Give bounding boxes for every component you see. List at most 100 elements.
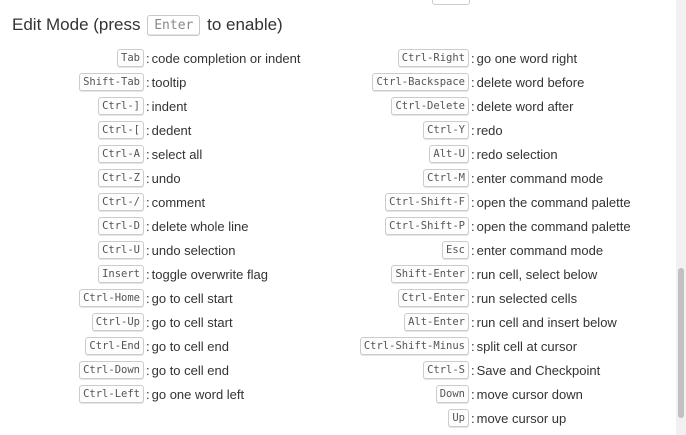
shortcut-key-cell: Alt-U xyxy=(340,145,469,163)
cut-off-key-badge xyxy=(432,0,470,5)
shortcut-separator: : xyxy=(146,146,150,162)
shortcut-description: open the command palette xyxy=(476,218,631,234)
shortcut-key-cell: Ctrl-D xyxy=(0,217,144,235)
shortcut-description: undo xyxy=(151,170,181,186)
shortcut-separator: : xyxy=(471,386,475,402)
shortcut-key-cell: Ctrl-Up xyxy=(0,313,144,331)
shortcut-key-cell: Ctrl-Home xyxy=(0,289,144,307)
shortcut-separator: : xyxy=(146,122,150,138)
shortcut-row: Ctrl-Down: go to cell end xyxy=(0,358,301,382)
shortcut-key-cell: Alt-Enter xyxy=(340,313,469,331)
shortcut-key-cell: Shift-Tab xyxy=(0,73,144,91)
shortcut-separator: : xyxy=(146,266,150,282)
shortcut-key: Alt-Enter xyxy=(404,313,469,331)
shortcut-key: Esc xyxy=(442,241,469,259)
shortcut-description: delete word before xyxy=(476,74,585,90)
shortcut-key: Ctrl-Y xyxy=(423,121,469,139)
shortcut-key-cell: Ctrl-A xyxy=(0,145,144,163)
shortcut-description: run cell and insert below xyxy=(476,314,617,330)
shortcut-key-cell: Ctrl-Delete xyxy=(340,97,469,115)
shortcut-description: run cell, select below xyxy=(476,266,598,282)
shortcut-description: toggle overwrite flag xyxy=(151,266,268,282)
shortcut-key-cell: Ctrl-/ xyxy=(0,193,144,211)
shortcut-key: Ctrl-] xyxy=(98,97,144,115)
shortcut-description: delete whole line xyxy=(151,218,249,234)
shortcut-row: Ctrl-Right: go one word right xyxy=(340,46,631,70)
shortcut-separator: : xyxy=(146,218,150,234)
scrollbar-thumb[interactable] xyxy=(678,268,684,418)
shortcut-separator: : xyxy=(471,74,475,90)
shortcut-row: Ctrl-Home: go to cell start xyxy=(0,286,301,310)
shortcut-separator: : xyxy=(471,98,475,114)
shortcut-separator: : xyxy=(471,242,475,258)
shortcut-key: Ctrl-End xyxy=(85,337,144,355)
shortcut-row: Ctrl-Shift-P: open the command palette xyxy=(340,214,631,238)
shortcut-key: Ctrl-Enter xyxy=(397,289,469,307)
shortcut-description: redo xyxy=(476,122,503,138)
shortcut-description: move cursor down xyxy=(476,386,583,402)
shortcut-key-cell: Ctrl-S xyxy=(340,361,469,379)
shortcut-row: Ctrl-Delete: delete word after xyxy=(340,94,631,118)
shortcut-key: Alt-U xyxy=(429,145,469,163)
shortcut-separator: : xyxy=(146,386,150,402)
shortcut-description: go to cell end xyxy=(151,338,229,354)
shortcut-description: delete word after xyxy=(476,98,574,114)
shortcut-separator: : xyxy=(146,314,150,330)
shortcut-row: Esc: enter command mode xyxy=(340,238,631,262)
shortcut-row: Ctrl-Shift-Minus: split cell at cursor xyxy=(340,334,631,358)
shortcut-separator: : xyxy=(146,74,150,90)
shortcut-key: Ctrl-M xyxy=(423,169,469,187)
shortcut-key: Ctrl-Right xyxy=(397,49,469,67)
shortcut-key-cell: Ctrl-Shift-Minus xyxy=(340,337,469,355)
shortcut-row: Ctrl-Up: go to cell start xyxy=(0,310,301,334)
shortcut-key: Ctrl-U xyxy=(98,241,144,259)
shortcut-row: Shift-Enter: run cell, select below xyxy=(340,262,631,286)
shortcut-row: Ctrl-Enter: run selected cells xyxy=(340,286,631,310)
shortcut-key: Ctrl-[ xyxy=(98,121,144,139)
shortcut-column-left: Tab: code completion or indent Shift-Tab: t… xyxy=(0,46,301,406)
vertical-scrollbar[interactable] xyxy=(676,0,686,435)
shortcut-row: Ctrl-M: enter command mode xyxy=(340,166,631,190)
shortcut-description: split cell at cursor xyxy=(476,338,578,354)
shortcut-description: indent xyxy=(151,98,188,114)
shortcut-key: Ctrl-Delete xyxy=(391,97,469,115)
shortcut-description: move cursor up xyxy=(476,410,567,426)
shortcut-key: Ctrl-Down xyxy=(79,361,144,379)
shortcut-row: Ctrl-Left: go one word left xyxy=(0,382,301,406)
shortcut-key: Ctrl-Z xyxy=(98,169,144,187)
shortcut-description: Save and Checkpoint xyxy=(476,362,601,378)
section-title: Edit Mode (press Enter to enable) xyxy=(12,14,283,36)
shortcut-key-cell: Ctrl-Shift-F xyxy=(340,193,469,211)
shortcut-key-cell: Ctrl-] xyxy=(0,97,144,115)
shortcut-key: Ctrl-S xyxy=(423,361,469,379)
shortcut-description: comment xyxy=(151,194,206,210)
shortcut-key-cell: Ctrl-Right xyxy=(340,49,469,67)
shortcut-row: Ctrl-]: indent xyxy=(0,94,301,118)
shortcut-separator: : xyxy=(146,362,150,378)
shortcut-row: Ctrl-End: go to cell end xyxy=(0,334,301,358)
shortcut-description: enter command mode xyxy=(476,170,604,186)
shortcut-row: Alt-U: redo selection xyxy=(340,142,631,166)
shortcut-key: Up xyxy=(448,409,469,427)
section-title-prefix: Edit Mode (press xyxy=(12,15,141,34)
shortcut-key: Ctrl-Up xyxy=(91,313,144,331)
shortcut-row: Insert: toggle overwrite flag xyxy=(0,262,301,286)
shortcut-separator: : xyxy=(471,218,475,234)
shortcut-key: Down xyxy=(435,385,469,403)
shortcut-row: Ctrl-A: select all xyxy=(0,142,301,166)
shortcut-key: Ctrl-Shift-Minus xyxy=(359,337,469,355)
shortcut-separator: : xyxy=(471,266,475,282)
section-title-suffix: to enable) xyxy=(207,15,283,34)
shortcut-separator: : xyxy=(471,362,475,378)
shortcut-separator: : xyxy=(146,290,150,306)
shortcut-row: Down: move cursor down xyxy=(340,382,631,406)
shortcut-separator: : xyxy=(146,194,150,210)
shortcut-key: Insert xyxy=(98,265,144,283)
shortcut-key: Shift-Enter xyxy=(391,265,469,283)
shortcut-key-cell: Ctrl-Z xyxy=(0,169,144,187)
shortcut-row: Ctrl-Backspace: delete word before xyxy=(340,70,631,94)
shortcut-description: run selected cells xyxy=(476,290,578,306)
shortcut-description: redo selection xyxy=(476,146,558,162)
shortcut-separator: : xyxy=(471,50,475,66)
shortcut-column-right: Ctrl-Right: go one word right Ctrl-Backspa… xyxy=(340,46,631,430)
